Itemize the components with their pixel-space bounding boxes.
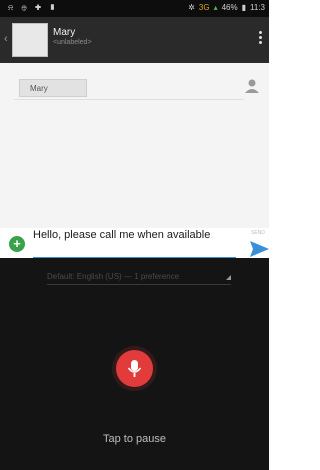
compose-bar: + Hello, please call me when available S… xyxy=(0,228,269,258)
overflow-menu-icon[interactable] xyxy=(259,31,263,46)
send-label: SEND xyxy=(251,230,265,236)
battery-percent: 46% xyxy=(221,3,238,12)
contact-sub: <unlabeled> xyxy=(53,39,92,46)
battery-icon: ▮ xyxy=(241,3,247,12)
add-contact-icon[interactable] xyxy=(243,77,261,95)
language-select[interactable]: Default: English (US) — 1 preference xyxy=(47,272,231,281)
dropdown-corner-icon xyxy=(226,275,231,280)
language-underline xyxy=(47,284,231,285)
back-icon[interactable]: ‹ xyxy=(4,33,8,45)
signal-icon: ▴ xyxy=(213,3,218,12)
bluetooth-icon: ✲ xyxy=(188,3,195,12)
message-input[interactable]: Hello, please call me when available xyxy=(33,228,233,242)
mic-button[interactable] xyxy=(116,350,153,387)
voice-input-panel: Default: English (US) — 1 preference Tap… xyxy=(0,258,269,470)
status-bar: ⍾ ⊕ ✚ ▮ ✲ 3G ▴ 46% ▮ 11:3 xyxy=(0,0,269,17)
mic-icon xyxy=(127,360,142,377)
action-bar: ‹ Mary <unlabeled> xyxy=(0,17,269,63)
conversation-area: Mary xyxy=(0,63,269,228)
tap-to-pause-label: Tap to pause xyxy=(103,433,166,445)
status-left-icons: ⍾ ⊕ ✚ ▮ xyxy=(8,3,59,12)
contact-name: Mary xyxy=(53,27,76,38)
recipient-underline xyxy=(14,99,244,100)
send-icon[interactable] xyxy=(248,240,270,258)
network-type: 3G xyxy=(198,3,210,12)
contact-avatar[interactable] xyxy=(12,23,48,57)
status-right: ✲ 3G ▴ 46% ▮ 11:3 xyxy=(188,3,265,12)
recipient-chip[interactable]: Mary xyxy=(19,79,87,97)
clock: 11:3 xyxy=(250,3,265,12)
attach-plus-icon[interactable]: + xyxy=(9,236,25,252)
